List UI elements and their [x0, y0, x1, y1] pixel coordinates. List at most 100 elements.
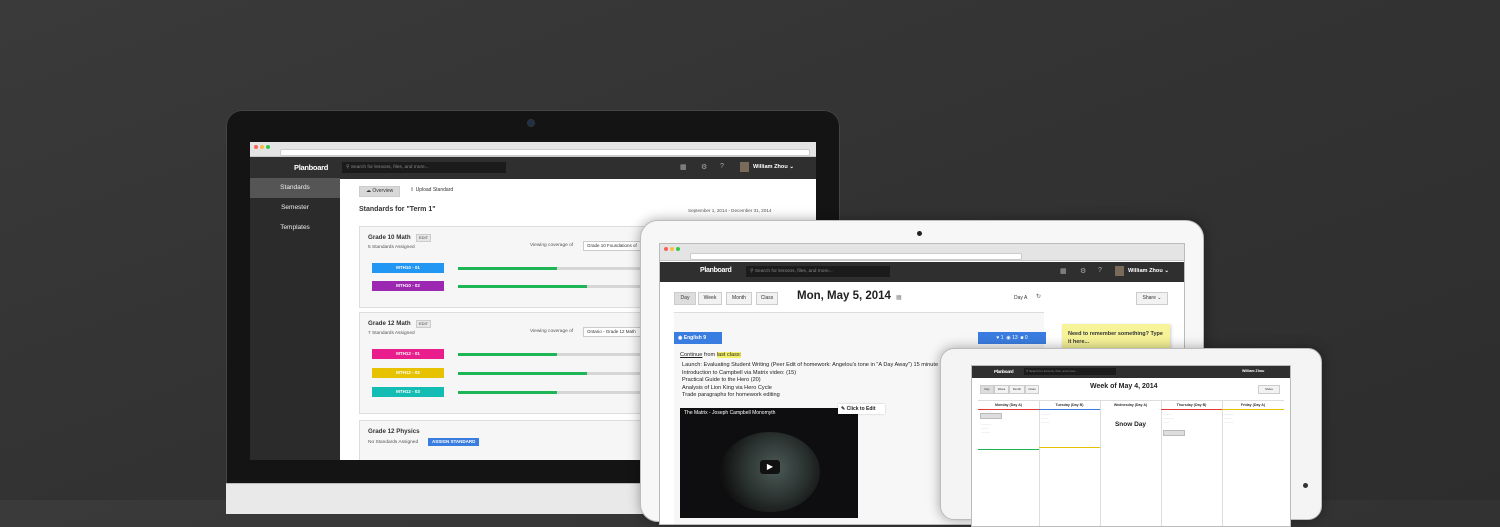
standard-chip	[980, 413, 1002, 419]
views-count: 13	[1012, 335, 1018, 341]
view-month-button[interactable]: Month	[1009, 385, 1025, 394]
calendar-picker-icon[interactable]: ▦	[896, 294, 902, 301]
help-icon[interactable]: ?	[1098, 267, 1102, 274]
globe-icon: ◉	[678, 335, 683, 341]
standard-tag[interactable]: MTH12 - 02	[372, 368, 444, 378]
standards-count: 5 Standards Assigned	[368, 245, 415, 250]
url-bar[interactable]	[280, 149, 810, 156]
maximize-dot-icon[interactable]	[266, 145, 270, 149]
home-button[interactable]	[1303, 483, 1308, 488]
gear-icon[interactable]: ⚙	[701, 163, 707, 171]
calendar-icon[interactable]: ▦	[1060, 267, 1067, 275]
webcam	[528, 120, 534, 126]
view-week-button[interactable]: Week	[994, 385, 1009, 394]
list-item: Launch: Evaluating Student Writing (Peer…	[682, 362, 966, 370]
gear-icon[interactable]: ⚙	[1080, 267, 1086, 275]
viewing-label: Viewing coverage of	[530, 329, 574, 334]
view-month-button[interactable]: Month	[726, 292, 752, 305]
sidebar-item-semester[interactable]: Semester	[250, 198, 340, 218]
view-day-button[interactable]: Day	[674, 292, 696, 305]
lesson-preview: ·········· ········ ·········	[980, 422, 991, 435]
coverage-bar	[458, 267, 648, 270]
upload-icon: ⇧	[410, 187, 415, 193]
last-class-highlight: last class:	[716, 352, 742, 358]
color-rule	[978, 409, 1039, 410]
assign-standard-button[interactable]: ASSIGN STANDARD	[428, 438, 480, 446]
day-column: Monday (Day A) ·········· ········ ·····…	[978, 401, 1040, 526]
share-label: Share	[1142, 295, 1156, 301]
day-header: Tuesday (Day B)	[1055, 403, 1084, 407]
lesson-preview: ·········· ········ ··········	[1224, 412, 1234, 425]
view-class-button[interactable]: Class	[756, 292, 778, 305]
continue-line: Continue from last class:	[680, 352, 742, 358]
search-placeholder: Search for lessons, files, and more...	[350, 165, 429, 170]
app-logo[interactable]: Planboard	[700, 267, 732, 274]
coverage-fill	[458, 372, 588, 375]
lesson-preview: ··························	[1041, 412, 1051, 425]
week-grid: Monday (Day A) ·········· ········ ·····…	[978, 400, 1284, 526]
viewing-label: Viewing coverage of	[530, 243, 574, 248]
close-dot-icon[interactable]	[254, 145, 258, 149]
list-item: Introduction to Campbell via Matrix vide…	[682, 370, 966, 378]
help-icon[interactable]: ?	[720, 163, 724, 170]
tab-upload-standard[interactable]: ⇧ Upload Standard	[410, 186, 453, 195]
app-navbar: Planboard ⚲ Search for lessons, files, a…	[972, 366, 1290, 378]
lesson-preview: ··························	[1163, 412, 1174, 425]
course-badge[interactable]: ◉ English 9	[674, 332, 722, 344]
calendar-icon[interactable]: ▦	[680, 163, 687, 171]
standard-tag[interactable]: MTH12 - 03	[372, 387, 444, 397]
comment-icon[interactable]: ■	[1020, 335, 1023, 341]
browser-chrome	[250, 142, 816, 157]
url-bar[interactable]	[690, 253, 1022, 260]
coverage-fill	[458, 267, 557, 270]
color-rule	[1039, 446, 1100, 448]
search-icon: ⚲	[750, 269, 754, 274]
course-name: English 9	[683, 335, 706, 341]
app-logo[interactable]: Planboard	[294, 163, 328, 172]
day-label: Day A	[1014, 295, 1028, 301]
browser-chrome	[660, 244, 1184, 261]
search-icon: ⚲	[1026, 369, 1029, 373]
avatar[interactable]	[1115, 266, 1124, 276]
sidebar-item-templates[interactable]: Templates	[250, 218, 340, 238]
standard-tag[interactable]: MTH10 - 01	[372, 263, 444, 273]
avatar[interactable]	[740, 162, 749, 172]
minimize-dot-icon[interactable]	[260, 145, 264, 149]
search-input[interactable]: ⚲ Search for lessons, files, and more...	[342, 162, 506, 173]
maximize-dot-icon[interactable]	[676, 247, 680, 251]
coverage-fill	[458, 285, 588, 288]
edit-button[interactable]: EDIT	[416, 234, 432, 242]
sidebar-item-standards[interactable]: Standards	[250, 178, 340, 198]
view-class-button[interactable]: Class	[1025, 385, 1039, 394]
user-menu[interactable]: William Zhou ⌄	[1128, 268, 1169, 274]
close-dot-icon[interactable]	[664, 247, 668, 251]
user-name: William Zhou	[1242, 369, 1265, 373]
user-menu[interactable]: William Zhou ⌄	[753, 164, 794, 170]
play-icon[interactable]: ▶	[760, 460, 780, 474]
view-day-button[interactable]: Day	[980, 385, 994, 394]
color-rule	[978, 448, 1039, 450]
share-button[interactable]: Share ⌄	[1136, 292, 1168, 305]
refresh-icon[interactable]: ↻	[1036, 293, 1041, 300]
edit-button[interactable]: EDIT	[416, 320, 432, 328]
share-button[interactable]: Share	[1258, 385, 1280, 394]
tab-upload-label: Upload Standard	[415, 187, 454, 193]
likes-count: 1	[1000, 335, 1004, 341]
search-input[interactable]: ⚲ Search for lessons, files, and more...	[1024, 368, 1116, 375]
heart-icon[interactable]: ♥	[996, 335, 999, 341]
search-input[interactable]: ⚲ Search for lessons, files, and more...	[746, 266, 890, 277]
course-title: Grade 12 Physics	[368, 428, 420, 435]
standard-tag[interactable]: MTH10 - 02	[372, 281, 444, 291]
user-menu[interactable]: William Zhou	[1242, 369, 1264, 373]
continue-link[interactable]: Continue	[680, 352, 702, 358]
chevron-down-icon: ⌄	[789, 164, 795, 170]
week-title: Week of May 4, 2014	[1090, 383, 1158, 390]
standard-tag[interactable]: MTH12 - 01	[372, 349, 444, 359]
minimize-dot-icon[interactable]	[670, 247, 674, 251]
app-logo[interactable]: Planboard	[994, 369, 1014, 374]
video-embed[interactable]: The Matrix - Joseph Campbell Monomyth ▶	[680, 408, 858, 518]
tab-overview[interactable]: ☁ Overview	[359, 186, 401, 197]
click-to-edit-button[interactable]: ✎ Click to Edit	[838, 404, 885, 414]
day-column: Thursday (Day B) ········· ··········· ···…	[1161, 401, 1223, 526]
view-week-button[interactable]: Week	[698, 292, 722, 305]
